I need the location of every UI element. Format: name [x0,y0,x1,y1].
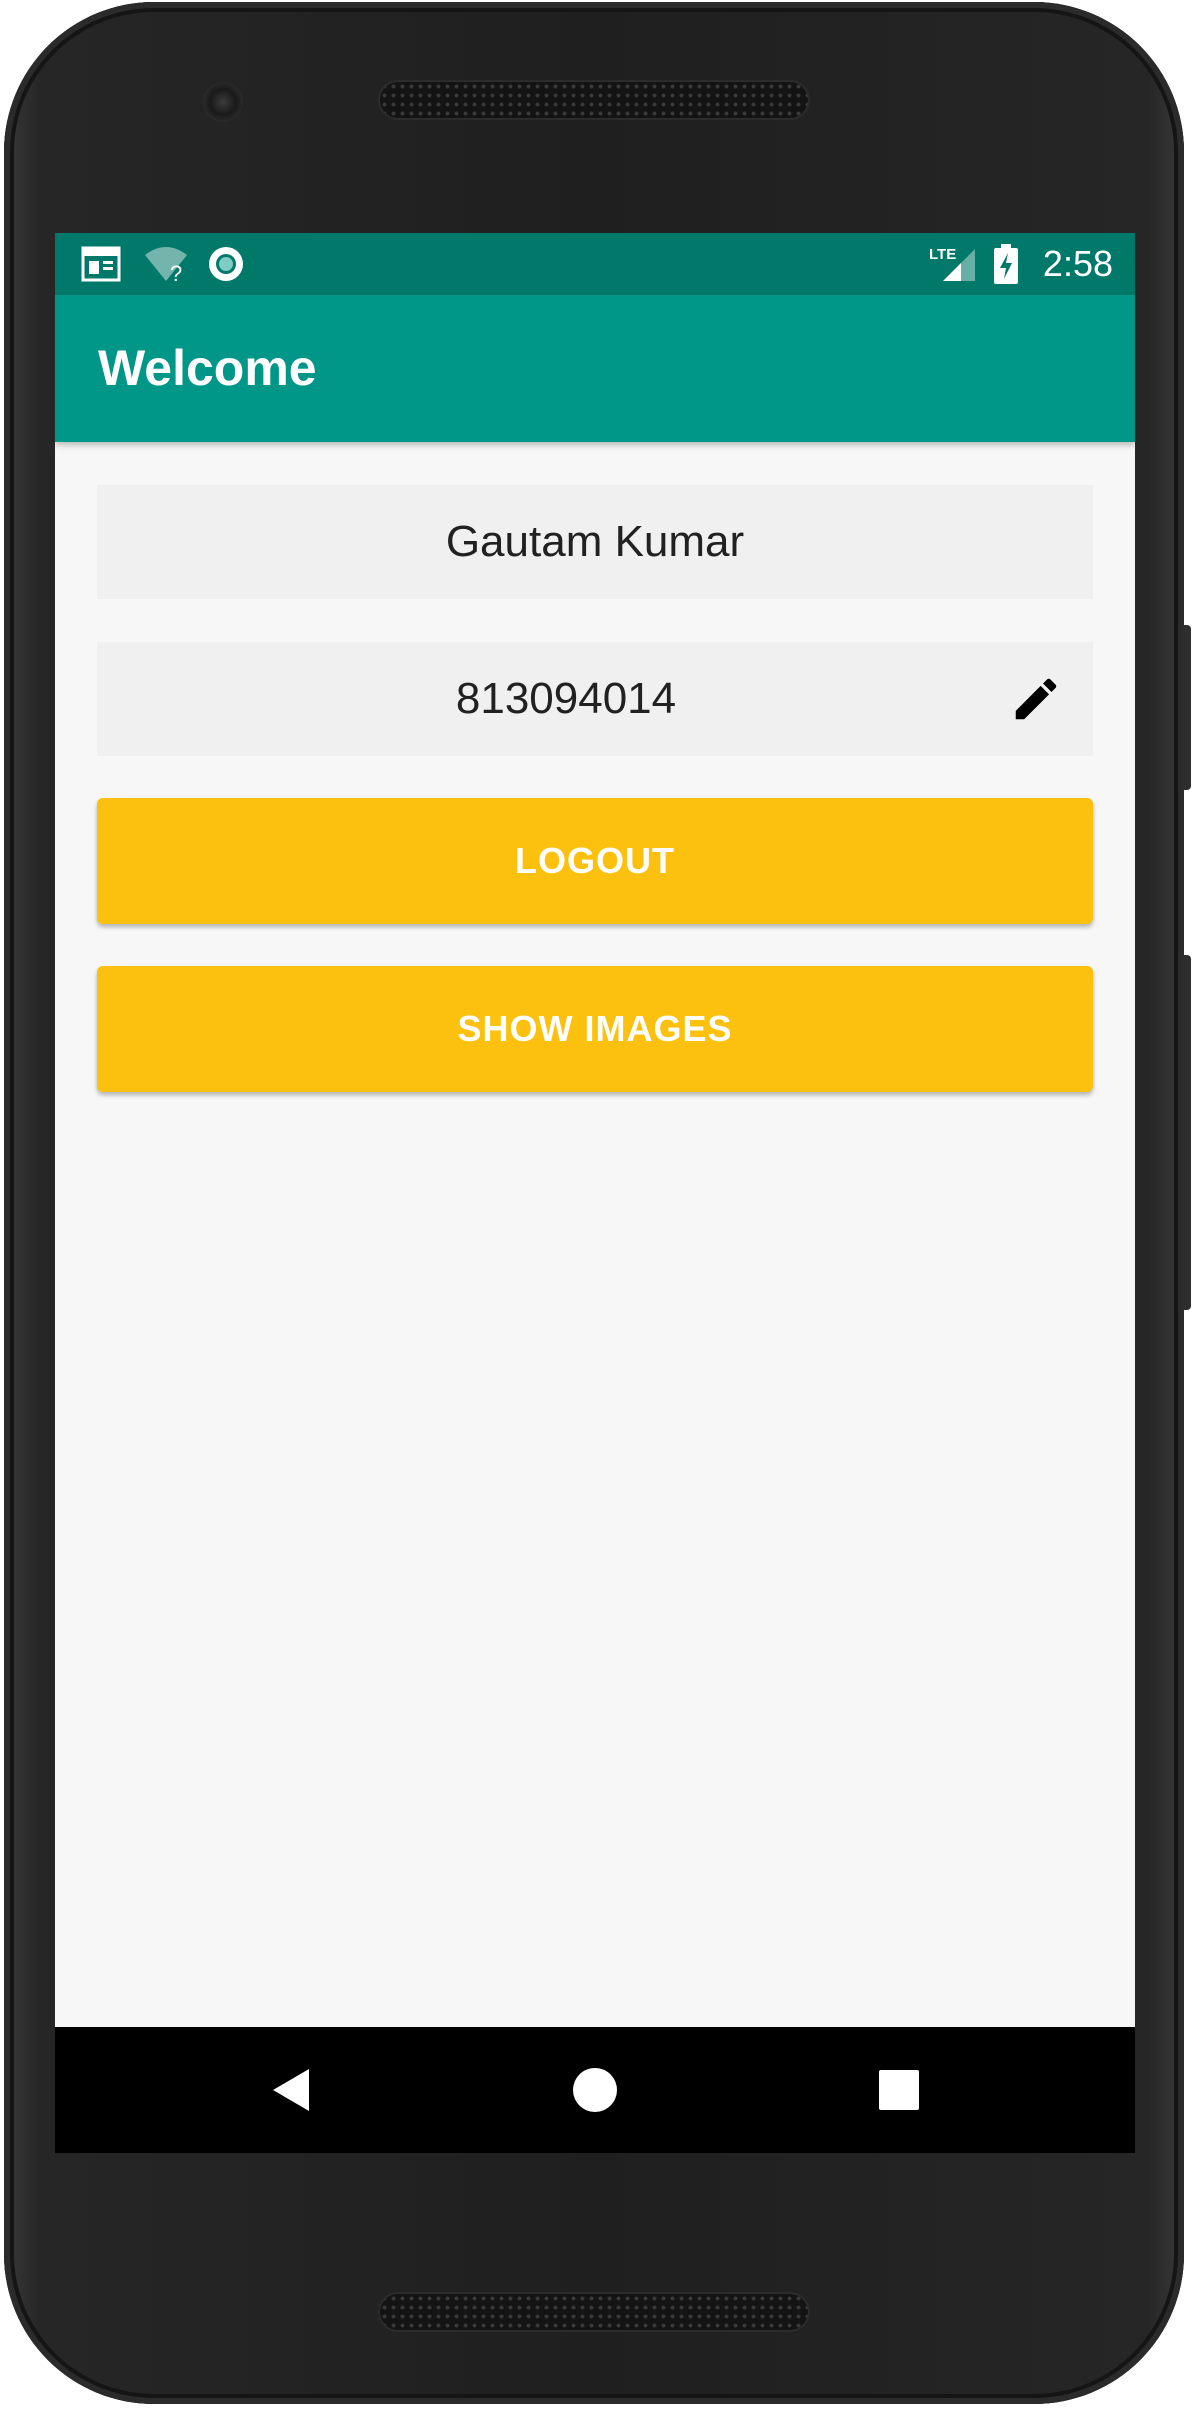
battery-charging-icon [993,244,1019,284]
home-circle-icon[interactable] [565,2060,625,2120]
phone-number-text: 813094014 [455,674,677,723]
front-camera [203,82,243,122]
phone-display-field: 813094014 [97,642,1093,756]
notification-calendar-icon [81,245,121,283]
show-images-button[interactable]: SHOW IMAGES [97,966,1093,1092]
page-title: Welcome [98,340,317,396]
wifi-unknown-icon: ? [143,245,189,283]
logout-button[interactable]: LOGOUT [97,798,1093,924]
user-name-text: Gautam Kumar [445,517,745,566]
status-time: 2:58 [1042,243,1113,284]
svg-text:?: ? [170,261,182,283]
app-bar: Welcome [55,295,1135,442]
volume-rocker [1183,955,1191,1310]
device-screen: ? LTE 2:58 Welcome Gautam Kumar 81309401… [55,233,1135,2153]
svg-text:LTE: LTE [929,246,956,263]
pencil-edit-icon[interactable] [1009,672,1063,726]
status-bar: ? LTE 2:58 [55,233,1135,295]
lte-signal-icon: LTE [929,245,979,283]
power-button [1183,625,1191,790]
recents-square-icon[interactable] [869,2060,929,2120]
earpiece-speaker [378,80,810,120]
bottom-speaker [378,2292,810,2332]
navigation-bar [55,2027,1135,2153]
back-triangle-icon[interactable] [261,2060,321,2120]
name-display-field: Gautam Kumar [97,485,1093,599]
sync-circle-icon [207,245,245,283]
